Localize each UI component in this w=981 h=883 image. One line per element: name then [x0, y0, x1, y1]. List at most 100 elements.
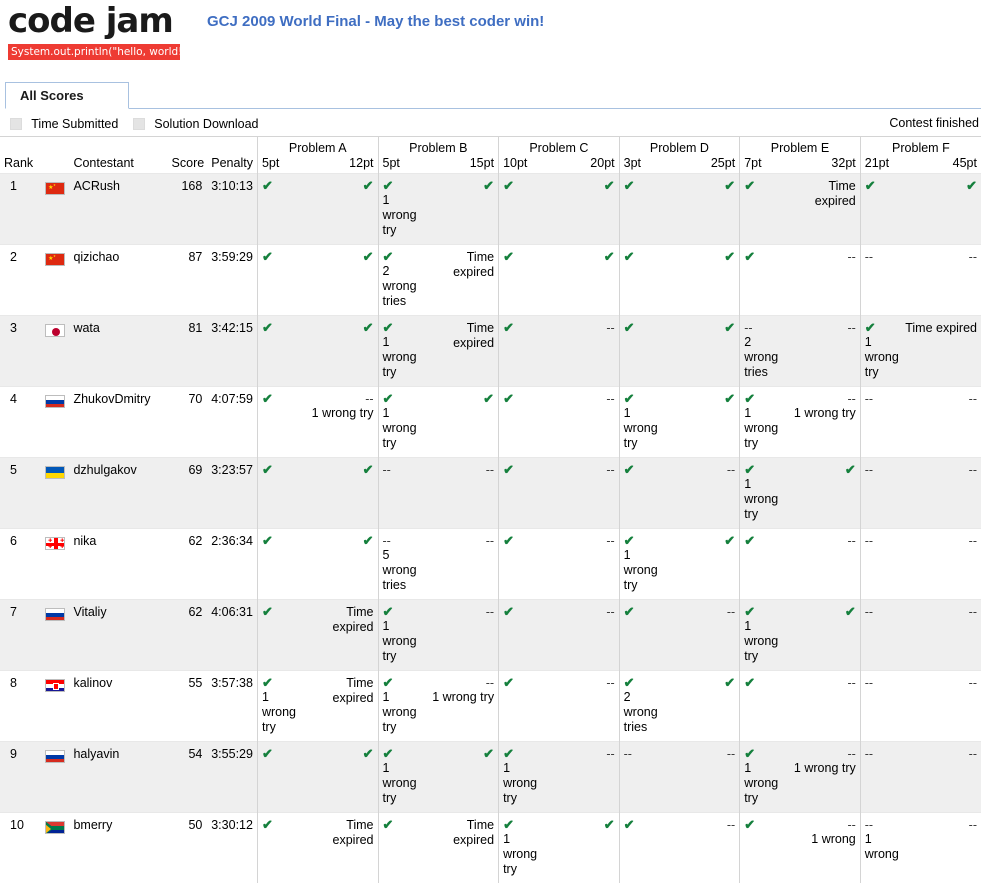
- score-cell[interactable]: --: [419, 600, 499, 671]
- score-cell[interactable]: ✔: [539, 245, 619, 316]
- option-time-submitted[interactable]: Time Submitted: [10, 117, 118, 131]
- score-cell[interactable]: --: [539, 316, 619, 387]
- score-cell[interactable]: ✔: [860, 174, 901, 245]
- score-cell[interactable]: ✔: [619, 174, 660, 245]
- score-cell[interactable]: Time expired: [901, 316, 981, 387]
- score-cell[interactable]: ✔: [660, 316, 740, 387]
- score-cell[interactable]: ✔: [419, 387, 499, 458]
- score-cell[interactable]: ✔1 wrong try: [860, 316, 901, 387]
- score-cell[interactable]: --: [539, 387, 619, 458]
- checkbox-time-submitted[interactable]: [10, 118, 22, 130]
- score-cell[interactable]: ✔2 wrong tries: [378, 245, 419, 316]
- score-cell[interactable]: ✔: [499, 671, 540, 742]
- score-cell[interactable]: --: [860, 245, 901, 316]
- cell-contestant[interactable]: ZhukovDmitry: [69, 387, 167, 458]
- table-row[interactable]: 1★★ACRush1683:10:13✔✔✔1 wrong try✔✔✔✔✔✔T…: [0, 174, 981, 245]
- score-cell[interactable]: --: [901, 671, 981, 742]
- table-row[interactable]: 4ZhukovDmitry704:07:59✔--1 wrong try✔1 w…: [0, 387, 981, 458]
- score-cell[interactable]: ✔: [660, 529, 740, 600]
- score-cell[interactable]: Time expired: [781, 174, 861, 245]
- score-cell[interactable]: ✔: [781, 458, 861, 529]
- score-cell[interactable]: --: [901, 458, 981, 529]
- score-cell[interactable]: ✔: [901, 174, 981, 245]
- header-score[interactable]: Score: [168, 156, 207, 174]
- score-cell[interactable]: ✔1 wrong try: [378, 742, 419, 813]
- score-cell[interactable]: --: [660, 742, 740, 813]
- score-cell[interactable]: ✔1 wrong try: [619, 529, 660, 600]
- cell-contestant[interactable]: bmerry: [69, 813, 167, 883]
- score-cell[interactable]: ✔1 wrong try: [378, 600, 419, 671]
- score-cell[interactable]: --: [901, 529, 981, 600]
- tab-all-scores[interactable]: All Scores: [5, 82, 129, 109]
- score-cell[interactable]: ✔: [619, 245, 660, 316]
- score-cell[interactable]: ✔1 wrong try: [378, 671, 419, 742]
- score-cell[interactable]: --: [860, 742, 901, 813]
- table-row[interactable]: 7Vitaliy624:06:31✔Time expired✔1 wrong t…: [0, 600, 981, 671]
- score-cell[interactable]: --: [781, 529, 861, 600]
- table-row[interactable]: 5dzhulgakov693:23:57✔✔----✔--✔--✔1 wrong…: [0, 458, 981, 529]
- score-cell[interactable]: Time expired: [419, 813, 499, 883]
- score-cell[interactable]: --1 wrong try: [298, 387, 378, 458]
- score-cell[interactable]: --: [419, 529, 499, 600]
- score-cell[interactable]: ✔: [740, 813, 781, 883]
- header-contestant[interactable]: Contestant: [69, 156, 167, 174]
- score-cell[interactable]: ✔1 wrong try: [740, 600, 781, 671]
- score-cell[interactable]: ✔: [499, 458, 540, 529]
- score-cell[interactable]: --: [619, 742, 660, 813]
- score-cell[interactable]: ✔: [419, 174, 499, 245]
- score-cell[interactable]: ✔1 wrong try: [619, 387, 660, 458]
- score-cell[interactable]: ✔1 wrong try: [499, 813, 540, 883]
- score-cell[interactable]: --: [539, 742, 619, 813]
- score-cell[interactable]: ✔1 wrong try: [740, 742, 781, 813]
- cell-contestant[interactable]: Vitaliy: [69, 600, 167, 671]
- score-cell[interactable]: --: [781, 245, 861, 316]
- table-row[interactable]: 3wata813:42:15✔✔✔1 wrong tryTime expired…: [0, 316, 981, 387]
- score-cell[interactable]: --: [901, 245, 981, 316]
- score-cell[interactable]: ✔: [298, 458, 378, 529]
- score-cell[interactable]: ✔: [419, 742, 499, 813]
- score-cell[interactable]: ✔: [619, 458, 660, 529]
- score-cell[interactable]: --: [781, 671, 861, 742]
- score-cell[interactable]: --: [660, 458, 740, 529]
- score-cell[interactable]: --: [860, 671, 901, 742]
- score-cell[interactable]: --: [539, 600, 619, 671]
- checkbox-solution-download[interactable]: [133, 118, 145, 130]
- score-cell[interactable]: ✔: [619, 316, 660, 387]
- score-cell[interactable]: ✔: [499, 174, 540, 245]
- score-cell[interactable]: Time expired: [298, 600, 378, 671]
- score-cell[interactable]: --: [860, 600, 901, 671]
- score-cell[interactable]: --: [378, 458, 419, 529]
- score-cell[interactable]: --: [660, 813, 740, 883]
- score-cell[interactable]: ✔: [257, 245, 298, 316]
- score-cell[interactable]: ✔1 wrong try: [740, 458, 781, 529]
- score-cell[interactable]: ✔1 wrong try: [378, 174, 419, 245]
- score-cell[interactable]: ✔: [619, 813, 660, 883]
- score-cell[interactable]: ✔: [298, 742, 378, 813]
- score-cell[interactable]: ✔: [740, 529, 781, 600]
- score-cell[interactable]: ✔: [257, 529, 298, 600]
- table-row[interactable]: 8kalinov553:57:38✔1 wrong tryTime expire…: [0, 671, 981, 742]
- option-solution-download[interactable]: Solution Download: [133, 117, 259, 131]
- score-cell[interactable]: Time expired: [419, 316, 499, 387]
- score-cell[interactable]: ✔: [257, 174, 298, 245]
- score-cell[interactable]: ✔: [740, 174, 781, 245]
- score-cell[interactable]: --: [901, 813, 981, 883]
- score-cell[interactable]: ✔: [781, 600, 861, 671]
- score-cell[interactable]: ✔: [539, 813, 619, 883]
- score-cell[interactable]: ✔1 wrong try: [378, 387, 419, 458]
- score-cell[interactable]: ✔1 wrong try: [499, 742, 540, 813]
- score-cell[interactable]: ✔: [499, 600, 540, 671]
- score-cell[interactable]: ✔: [298, 316, 378, 387]
- score-cell[interactable]: ✔: [660, 245, 740, 316]
- score-cell[interactable]: --: [539, 458, 619, 529]
- score-cell[interactable]: --: [901, 600, 981, 671]
- code-jam-logo[interactable]: code jam System.out.println("hello, worl…: [8, 2, 186, 60]
- score-cell[interactable]: ✔: [298, 174, 378, 245]
- score-cell[interactable]: ✔: [257, 316, 298, 387]
- table-row[interactable]: 2★★qizichao873:59:29✔✔✔2 wrong triesTime…: [0, 245, 981, 316]
- score-cell[interactable]: --1 wrong: [781, 813, 861, 883]
- score-cell[interactable]: ✔: [740, 671, 781, 742]
- header-penalty[interactable]: Penalty: [206, 156, 257, 174]
- score-cell[interactable]: --: [781, 316, 861, 387]
- score-cell[interactable]: ✔: [539, 174, 619, 245]
